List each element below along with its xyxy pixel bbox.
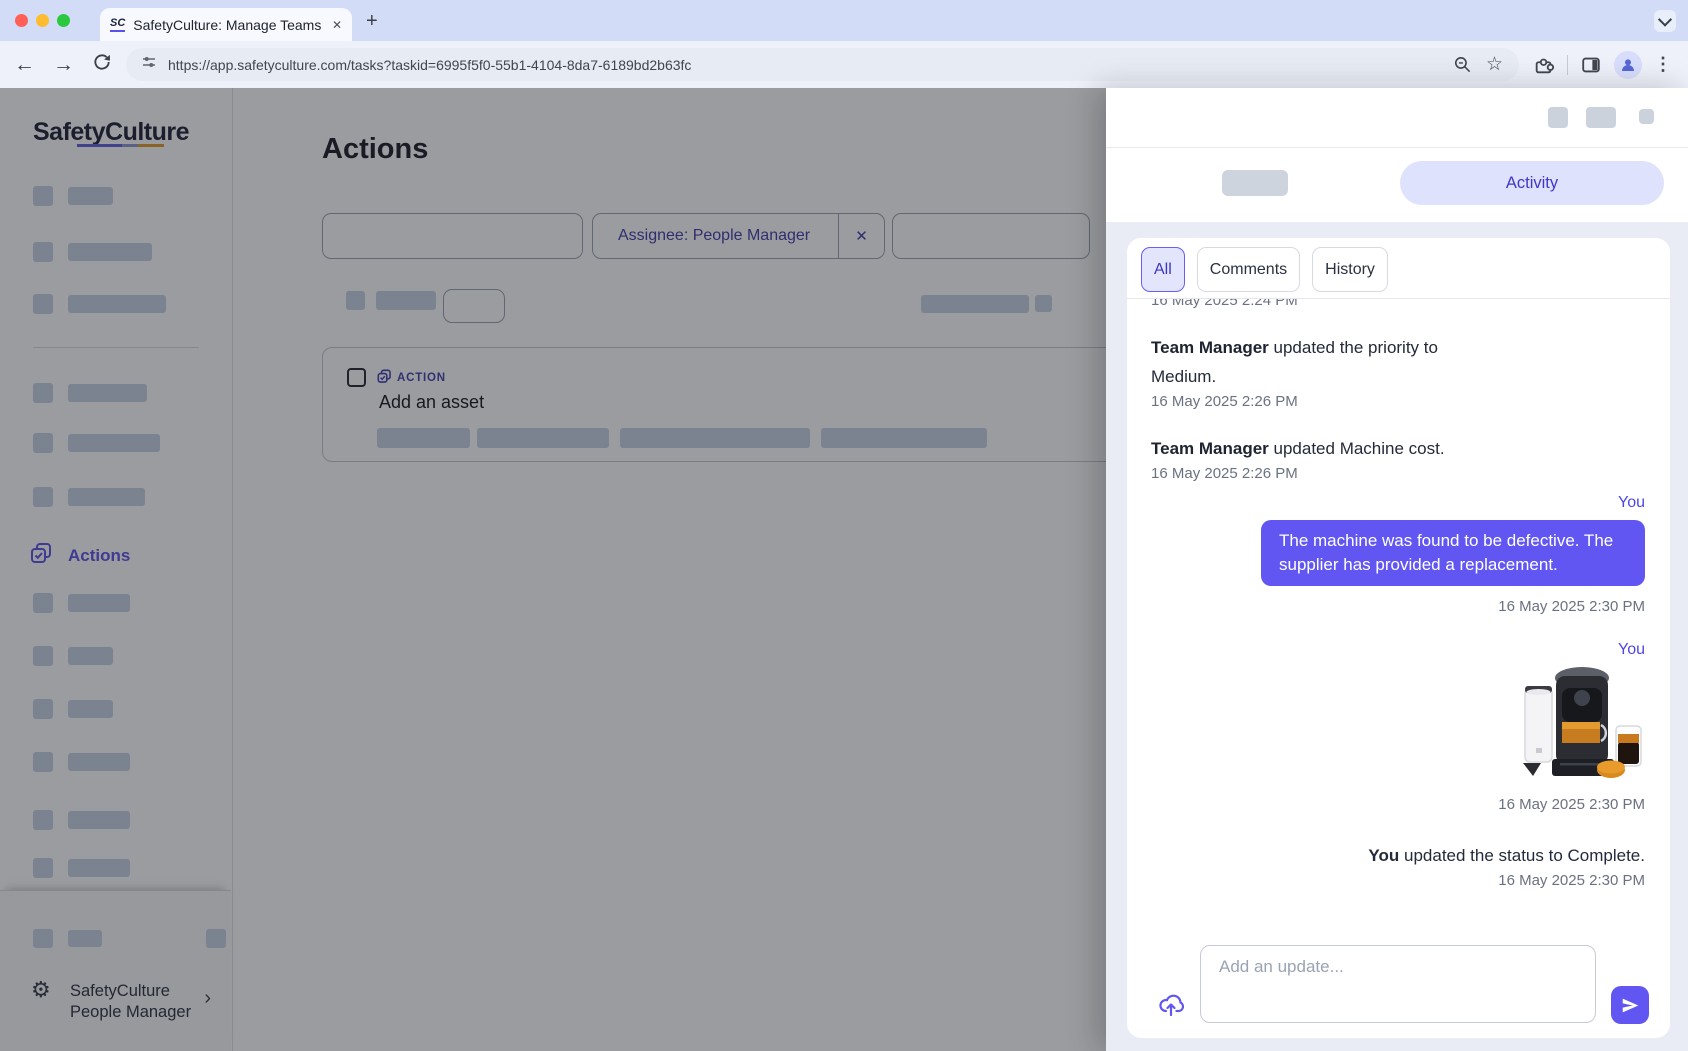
chevron-down-icon (1658, 12, 1672, 26)
browser-tab[interactable]: SC SafetyCulture: Manage Teams ✕ (100, 8, 352, 41)
close-window-button[interactable] (15, 14, 28, 27)
activity-panel: Activity All Comments History 16 May 202… (1106, 88, 1688, 1051)
history-entry: Team Manager updated Machine cost. (1151, 434, 1496, 463)
browser-window: SC SafetyCulture: Manage Teams ✕ + ← → h… (0, 0, 1688, 1051)
filter-tab-all[interactable]: All (1141, 247, 1185, 292)
comment-author: You (1151, 494, 1645, 512)
history-text: updated Machine cost. (1274, 439, 1445, 458)
url-text[interactable]: https://app.safetyculture.com/tasks?task… (168, 57, 1453, 73)
panel-header-skeleton-button (1548, 107, 1568, 128)
browser-tabstrip: SC SafetyCulture: Manage Teams ✕ + (0, 0, 1688, 41)
tab-title: SafetyCulture: Manage Teams (133, 17, 326, 33)
minimize-window-button[interactable] (36, 14, 49, 27)
extensions-icon[interactable] (1533, 54, 1555, 76)
timestamp: 16 May 2025 2:26 PM (1151, 393, 1645, 410)
activity-card: All Comments History 16 May 2025 2:24 PM… (1127, 238, 1670, 1038)
upload-attachment-button[interactable] (1155, 990, 1187, 1022)
new-tab-button[interactable]: + (366, 11, 378, 31)
browser-toolbar: ← → https://app.safetyculture.com/tasks?… (0, 41, 1688, 88)
reload-button[interactable] (92, 52, 112, 77)
filter-tab-comments[interactable]: Comments (1197, 247, 1300, 292)
history-entry: You updated the status to Complete. (1151, 841, 1645, 870)
safetyculture-favicon: SC (110, 17, 125, 32)
bookmark-star-icon[interactable]: ☆ (1486, 53, 1503, 76)
toolbar-divider (1567, 55, 1568, 75)
filter-tab-history[interactable]: History (1312, 247, 1388, 292)
timestamp: 16 May 2025 2:30 PM (1151, 796, 1645, 813)
tab-close-icon[interactable]: ✕ (332, 18, 342, 32)
profile-avatar[interactable] (1614, 51, 1642, 79)
timestamp-clipped: 16 May 2025 2:24 PM (1151, 299, 1645, 309)
modal-dim-overlay (0, 88, 1106, 1051)
side-panel-icon[interactable] (1580, 54, 1602, 76)
panel-header-skeleton-button (1586, 107, 1616, 128)
app-content: SafetyCulture Actions (0, 88, 1688, 1051)
history-actor: You (1368, 846, 1399, 865)
timestamp: 16 May 2025 2:30 PM (1151, 872, 1645, 889)
site-settings-icon[interactable] (140, 53, 158, 76)
activity-feed[interactable]: 16 May 2025 2:24 PM Team Manager updated… (1127, 299, 1670, 938)
history-text: updated the status to Complete. (1404, 846, 1645, 865)
address-bar[interactable]: https://app.safetyculture.com/tasks?task… (126, 48, 1519, 81)
activity-panel-body: All Comments History 16 May 2025 2:24 PM… (1106, 222, 1688, 1051)
panel-tab-skeleton (1222, 170, 1288, 196)
panel-header-skeleton-button (1639, 109, 1654, 124)
history-actor: Team Manager (1151, 338, 1269, 357)
history-entry: Team Manager updated the priority to Med… (1151, 333, 1496, 391)
zoom-page-icon[interactable] (1453, 55, 1472, 74)
history-actor: Team Manager (1151, 439, 1269, 458)
forward-button[interactable]: → (53, 53, 74, 77)
timestamp: 16 May 2025 2:26 PM (1151, 465, 1645, 482)
zoom-window-button[interactable] (57, 14, 70, 27)
send-button[interactable] (1611, 986, 1649, 1024)
activity-tab-label: Activity (1506, 174, 1558, 193)
activity-filter-tabs: All Comments History (1141, 247, 1400, 292)
coffee-machine-photo[interactable] (1516, 664, 1645, 783)
tab-activity[interactable]: Activity (1400, 161, 1664, 205)
panel-header-divider (1106, 147, 1688, 148)
comment-bubble: The machine was found to be defective. T… (1261, 520, 1645, 586)
timestamp: 16 May 2025 2:30 PM (1151, 598, 1645, 615)
cloud-upload-icon (1157, 992, 1185, 1020)
update-input[interactable] (1200, 945, 1596, 1023)
traffic-lights (0, 14, 70, 27)
back-button[interactable]: ← (14, 53, 35, 77)
browser-menu-icon[interactable]: ⋮ (1654, 54, 1672, 75)
tab-search-button[interactable] (1654, 10, 1676, 32)
send-icon (1621, 996, 1640, 1015)
comment-author: You (1151, 641, 1645, 659)
